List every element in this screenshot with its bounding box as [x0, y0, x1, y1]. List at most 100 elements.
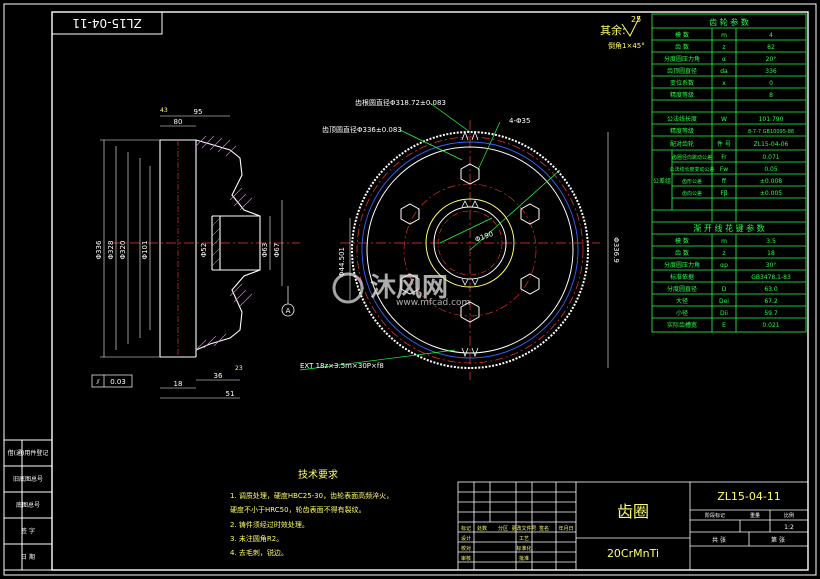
tech-req-1: 1. 调质处理，硬度HBC25-30，齿轮表面高频淬火，: [230, 491, 393, 500]
spline-param-title: 渐 开 线 花 键 参 数: [693, 223, 764, 233]
tb-change-doc: 更改文件号: [511, 525, 536, 532]
sp-name-8: 实际齿槽宽: [667, 321, 697, 329]
sp-sym-1: m: [721, 238, 727, 245]
gp-sym-1: m: [721, 32, 727, 39]
sp-val-3: 30°: [766, 262, 777, 269]
dim-bottom3: 51: [226, 390, 235, 398]
scale-value: 1:2: [784, 524, 794, 531]
tech-req-4: 3. 未注圆角R2。: [230, 534, 283, 543]
dim-tip-diameter: 齿顶圆直径Φ336±0.083: [322, 125, 402, 134]
dim-d5: Φ63: [261, 243, 269, 257]
dim-d3: Φ320: [119, 241, 127, 260]
tb-signature: 签名: [539, 525, 549, 532]
weight-label: 重量: [750, 512, 760, 519]
gp-name-1: 模 数: [675, 31, 689, 39]
tech-req-5: 4. 去毛刺，锐边。: [230, 548, 288, 557]
gp-name-4: 齿顶圆直径: [667, 67, 697, 75]
dim-d6: Φ67: [273, 243, 281, 257]
dim-spline: EXT 18z×3.5m×30P×f8: [300, 362, 384, 370]
side-label-5: 日 期: [21, 553, 35, 561]
side-label-3: 底图总号: [16, 501, 40, 509]
sp-name-1: 模 数: [675, 237, 689, 245]
sp-val-8: 0.021: [762, 322, 779, 329]
drawing-number-inverted: ZL15-04-11: [72, 16, 141, 30]
sp-val-1: 3.5: [766, 238, 776, 245]
tech-req-title: 技术要求: [298, 468, 338, 481]
dim-d1: Φ336: [95, 240, 103, 259]
tb-date: 年月日: [558, 525, 573, 532]
dim-root-diameter: 齿根圆直径Φ318.72±0.083: [355, 98, 446, 107]
gp-name-5: 变位系数: [670, 79, 694, 87]
gp-name-8: 精度等级: [670, 127, 694, 135]
tb-role-design: 设计: [461, 535, 471, 542]
gp-val-6: 8: [769, 92, 773, 99]
gp-sym-2: z: [722, 44, 725, 51]
sp-val-4: GB3478.1-83: [751, 274, 791, 281]
dim-outer: Φ336.9: [612, 237, 620, 263]
side-label-1: 借(通)用件登记: [8, 449, 49, 457]
tb-zone: 分区: [498, 525, 508, 532]
chamfer-note: 倒角1×45°: [608, 41, 645, 50]
part-name: 齿圈: [617, 502, 649, 521]
gp-name-2: 齿 数: [675, 43, 689, 51]
dim-left-top: 43: [160, 107, 168, 114]
sp-name-7: 小径: [676, 309, 688, 317]
gp-sym-7: W: [721, 116, 727, 123]
gp-val-5: 0: [769, 80, 773, 87]
gp-name-7: 公法线长度: [667, 115, 697, 123]
tb-role-process: 工艺: [519, 536, 529, 542]
dim-holes: 4-Φ35: [509, 117, 530, 125]
tol-name-2: 公法线长度变动公差: [669, 166, 714, 173]
dim-d4: Φ101: [141, 241, 149, 260]
dim-top2: 80: [174, 118, 183, 126]
sp-sym-8: E: [722, 322, 726, 329]
paired-gear-label: 配对齿轮: [670, 140, 694, 148]
sp-name-2: 齿 数: [675, 249, 689, 257]
dim-d2: Φ328: [107, 241, 115, 260]
watermark-url: www.mfcad.com: [396, 298, 470, 308]
tol-name-4: 齿向公差: [682, 190, 702, 197]
gp-val-4: 336: [765, 68, 777, 75]
tb-count: 处数: [477, 525, 487, 532]
paired-gear-col1: 件 号: [717, 140, 731, 148]
tol-name-3: 齿形公差: [682, 178, 702, 185]
gp-name-3: 分度圆压力角: [664, 55, 700, 63]
gp-name-6: 精度等级: [670, 91, 694, 99]
tb-role-check: 校对: [461, 545, 471, 552]
dim-inner: Φ44.501: [338, 247, 346, 277]
gp-val-3: 20°: [766, 56, 777, 63]
tb-mark: 标记: [461, 525, 471, 532]
gp-sym-3: α: [722, 56, 726, 63]
cad-drawing-sheet: ZL15-04-11 借(通)用件登记 旧底图总号 底图总号 签 字 日 期 其…: [0, 0, 820, 579]
drawing-number: ZL15-04-11: [717, 490, 781, 503]
dim-bottom2: 18: [174, 380, 183, 388]
material: 20CrMnTi: [607, 547, 659, 560]
tech-req-3: 2. 铸件须经过时效处理。: [230, 520, 309, 529]
sp-name-3: 分度圆压力角: [664, 261, 700, 269]
tol-val-4: ±0.005: [760, 190, 782, 197]
sp-sym-2: z: [722, 250, 725, 257]
flatness-value: 0.03: [110, 378, 126, 386]
side-label-2: 旧底图总号: [13, 475, 43, 483]
sp-val-2: 18: [767, 250, 775, 257]
tol-val-2: 0.05: [764, 166, 778, 173]
tech-req-2: 硬度不小于HRC50，轮齿表面不得有裂纹。: [230, 505, 366, 514]
sp-val-7: 59.7: [764, 310, 778, 317]
sheet-total: 共 张: [712, 536, 726, 544]
stage-label: 阶段标记: [705, 512, 725, 519]
tol-val-1: 0.071: [762, 154, 779, 161]
sheet-number: 第 张: [771, 536, 785, 544]
gear-param-title: 齿 轮 参 数: [709, 17, 749, 27]
sp-sym-6: Dei: [719, 298, 729, 305]
gp-sym-5: x: [722, 80, 726, 87]
tb-role-approve: 批准: [519, 555, 529, 562]
sp-name-6: 大径: [676, 297, 688, 305]
tb-role-standard: 标准化: [516, 545, 531, 552]
tb-role-review: 审核: [461, 555, 471, 562]
sp-sym-7: Dii: [720, 310, 728, 317]
sp-val-5: 63.0: [764, 286, 778, 293]
sp-name-4: 标准依据: [670, 273, 694, 281]
tol-val-3: ±0.008: [760, 178, 782, 185]
gp-val-7: 101.790: [759, 116, 784, 123]
tol-name-1: 齿圈径向跳动公差: [672, 154, 712, 161]
